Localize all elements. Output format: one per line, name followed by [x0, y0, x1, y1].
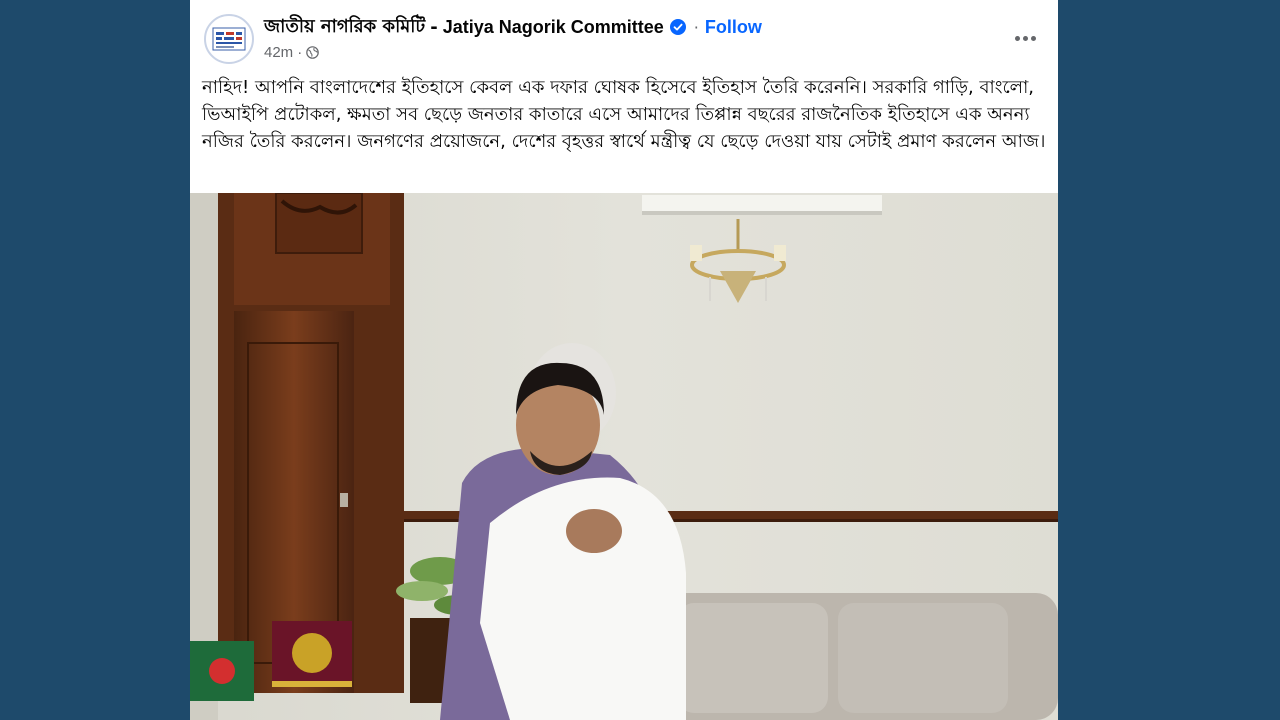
name-separator: - — [430, 16, 438, 38]
dot-separator: · — [693, 17, 699, 37]
globe-icon[interactable] — [306, 45, 319, 59]
page-avatar[interactable] — [204, 14, 254, 64]
page-name-english[interactable]: Jatiya Nagorik Committee — [443, 17, 664, 38]
more-options-icon[interactable] — [1010, 26, 1040, 50]
post-text: নাহিদ! আপনি বাংলাদেশের ইতিহাসে কেবল এক দ… — [202, 77, 1046, 152]
verified-badge-icon — [669, 19, 686, 35]
post-header: জাতীয় নাগরিক কমিটি - Jatiya Nagorik Com… — [190, 0, 1058, 70]
meta-dot: · — [297, 43, 303, 61]
post-photo[interactable] — [190, 192, 1058, 720]
follow-button[interactable]: Follow — [705, 17, 762, 38]
post-meta: 42m · — [264, 42, 319, 62]
post-timestamp[interactable]: 42m — [264, 44, 293, 61]
page-name-line: জাতীয় নাগরিক কমিটি - Jatiya Nagorik Com… — [264, 15, 762, 39]
committee-logo-icon — [212, 27, 246, 51]
post-photo-image — [190, 192, 1058, 720]
facebook-post: জাতীয় নাগরিক কমিটি - Jatiya Nagorik Com… — [190, 0, 1058, 720]
page-name-bangla[interactable]: জাতীয় নাগরিক কমিটি — [264, 12, 425, 43]
